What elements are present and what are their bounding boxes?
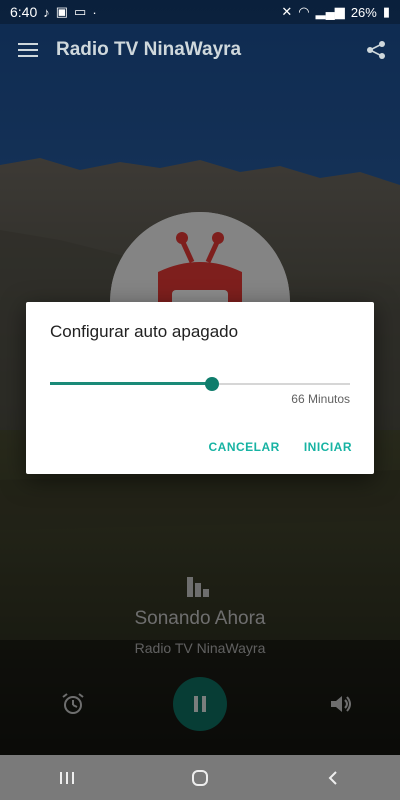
gallery-icon: ▣ [55,4,69,19]
recents-button[interactable] [37,755,97,800]
home-button[interactable] [170,755,230,800]
share-icon [367,41,385,59]
laptop-icon: ▭ [74,4,87,19]
wifi-icon: ◠ [298,4,310,19]
minutes-slider[interactable] [50,374,350,394]
app-bar: Radio TV NinaWayra [0,24,400,76]
battery-percent: 26% [350,4,377,20]
status-time: 6:40 [10,4,38,20]
slider-fill [50,382,212,385]
app-screen: 6:40 ♪ ▣ ▭ · ✕ ◠ ▂▄▆ 26% ▮ Radio TV Nina… [0,0,400,800]
slider-value-label: 66 Minutos [291,392,350,406]
music-note-icon: ♪ [43,4,50,20]
start-button[interactable]: INICIAR [304,440,352,454]
sleep-timer-dialog: Configurar auto apagado 66 Minutos CANCE… [26,302,374,474]
battery-icon: ▮ [382,4,390,19]
menu-button[interactable] [0,24,56,76]
back-button[interactable] [303,755,363,800]
signal-icon: ▂▄▆ [315,4,345,19]
app-title: Radio TV NinaWayra [56,39,242,60]
dot-icon: · [92,4,97,20]
cancel-button[interactable]: CANCELAR [208,440,279,454]
slider-thumb[interactable] [205,377,219,391]
status-bar: 6:40 ♪ ▣ ▭ · ✕ ◠ ▂▄▆ 26% ▮ [0,0,400,24]
back-icon [328,770,338,785]
menu-icon [18,43,38,57]
dialog-actions: CANCELAR INICIAR [208,440,352,454]
home-icon [191,769,208,786]
share-button[interactable] [352,24,400,76]
mute-icon: ✕ [281,4,293,19]
recents-icon [59,771,74,784]
dialog-title: Configurar auto apagado [50,322,239,341]
system-nav-bar [0,755,400,800]
